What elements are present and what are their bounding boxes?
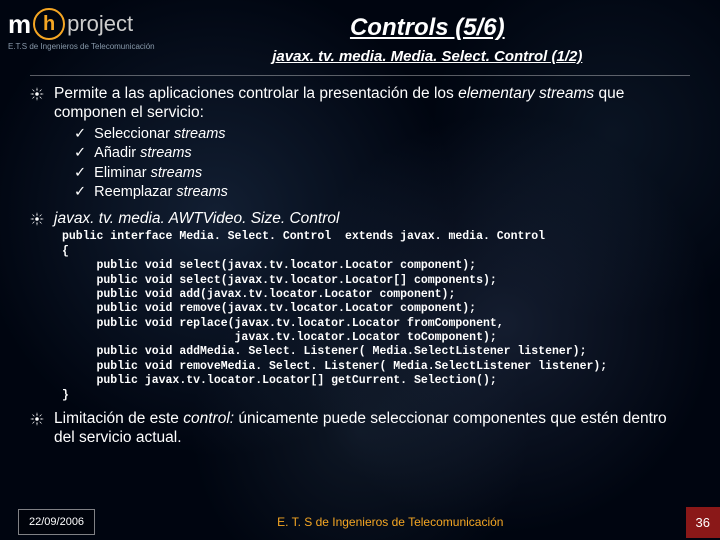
footer-date: 22/09/2006 bbox=[18, 509, 95, 535]
bullet-2: javax. tv. media. AWTVideo. Size. Contro… bbox=[30, 209, 690, 228]
sub2-a: Añadir bbox=[94, 145, 140, 161]
slide-content: Permite a las aplicaciones controlar la … bbox=[0, 84, 720, 448]
logo-subtitle: E.T.S de Ingenieros de Telecomunicación bbox=[8, 42, 155, 51]
logo: m h project E.T.S de Ingenieros de Telec… bbox=[8, 8, 155, 51]
sub1-a: Seleccionar bbox=[94, 126, 174, 142]
check-icon: ✓ bbox=[74, 183, 86, 203]
sub2-b: streams bbox=[140, 145, 192, 161]
bullet-3-text-b: control: bbox=[183, 410, 234, 427]
sub-item-3: ✓ Eliminar streams bbox=[74, 164, 690, 184]
sub3-b: streams bbox=[151, 165, 203, 181]
slide-footer: 22/09/2006 E. T. S de Ingenieros de Tele… bbox=[0, 504, 720, 540]
slide-subtitle: javax. tv. media. Media. Select. Control… bbox=[155, 48, 700, 65]
logo-letter-h: h bbox=[33, 8, 65, 40]
code-block: public interface Media. Select. Control … bbox=[62, 230, 690, 403]
slide-header: m h project E.T.S de Ingenieros de Telec… bbox=[0, 0, 720, 69]
bullet-1-text-b: elementary streams bbox=[458, 85, 594, 102]
slide-title: Controls (5/6) bbox=[155, 14, 700, 42]
bullet-3-text-a: Limitación de este bbox=[54, 410, 183, 427]
logo-word-project: project bbox=[67, 11, 133, 37]
sub4-b: streams bbox=[176, 184, 228, 200]
burst-icon bbox=[30, 212, 44, 226]
sub-item-1: ✓ Seleccionar streams bbox=[74, 125, 690, 145]
logo-letter-m: m bbox=[8, 9, 31, 40]
bullet-3: Limitación de este control: únicamente p… bbox=[30, 409, 690, 448]
check-icon: ✓ bbox=[74, 144, 86, 164]
burst-icon bbox=[30, 412, 44, 426]
sub-item-2: ✓ Añadir streams bbox=[74, 144, 690, 164]
sub1-b: streams bbox=[174, 126, 226, 142]
divider bbox=[30, 75, 690, 76]
sub4-a: Reemplazar bbox=[94, 184, 176, 200]
sub3-a: Eliminar bbox=[94, 165, 150, 181]
burst-icon bbox=[30, 87, 44, 101]
sub-item-4: ✓ Reemplazar streams bbox=[74, 183, 690, 203]
check-icon: ✓ bbox=[74, 125, 86, 145]
check-icon: ✓ bbox=[74, 164, 86, 184]
footer-page-number: 36 bbox=[686, 507, 720, 538]
sub-list: ✓ Seleccionar streams ✓ Añadir streams ✓ El… bbox=[74, 125, 690, 203]
bullet-2-text: javax. tv. media. AWTVideo. Size. Contro… bbox=[54, 209, 339, 228]
bullet-1-text-a: Permite a las aplicaciones controlar la … bbox=[54, 85, 458, 102]
footer-center: E. T. S de Ingenieros de Telecomunicació… bbox=[95, 515, 685, 529]
bullet-1: Permite a las aplicaciones controlar la … bbox=[30, 84, 690, 123]
